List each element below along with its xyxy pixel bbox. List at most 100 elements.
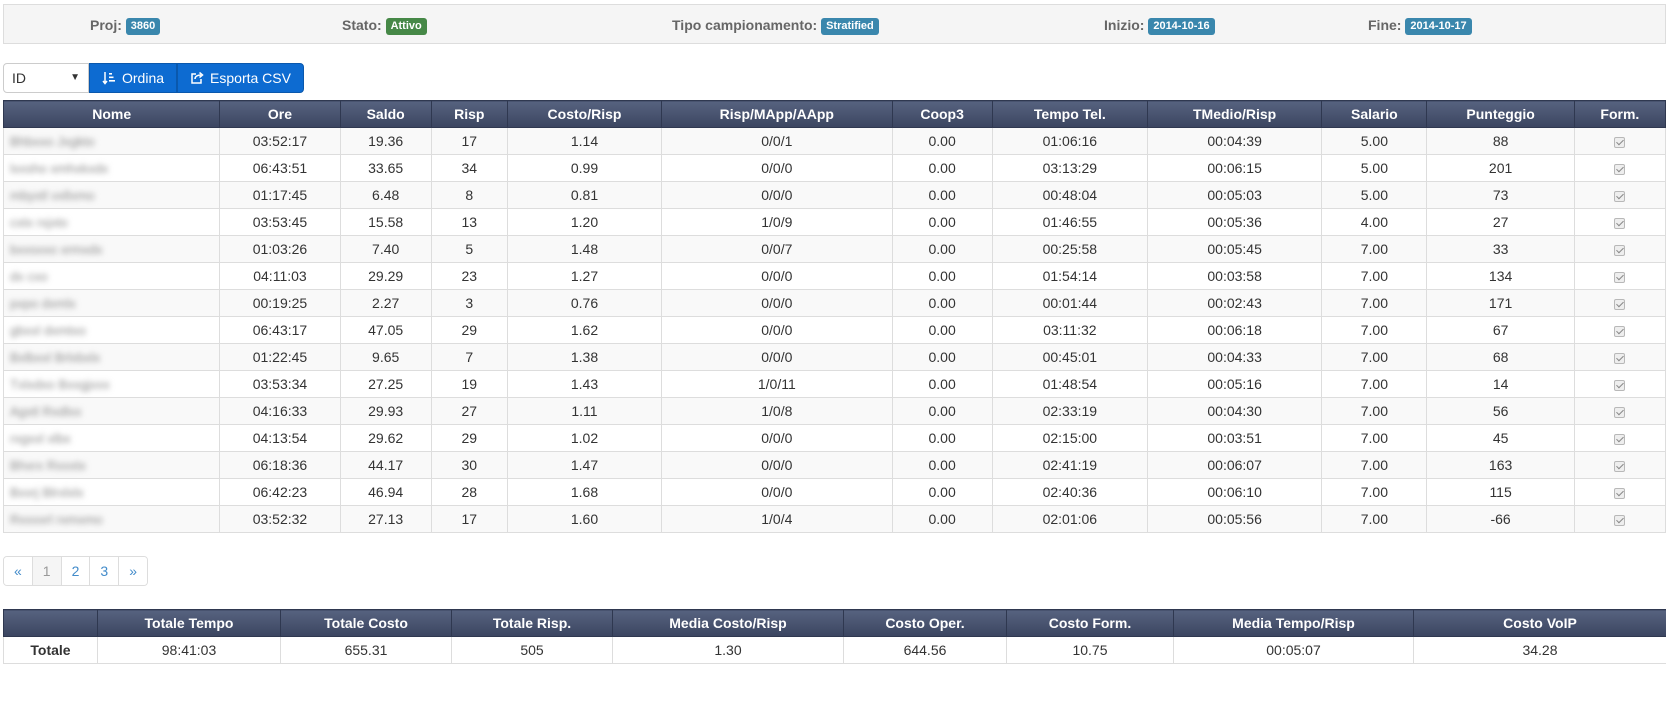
form-checkbox[interactable] [1614, 406, 1626, 418]
sampling-type-field: Tipo campionamento: Stratified [672, 17, 879, 35]
col-header-saldo[interactable]: Saldo [339, 100, 432, 128]
cell-form [1573, 208, 1666, 236]
cell-risp: 28 [430, 478, 508, 506]
col-header-risp-mapp-aapp[interactable]: Risp/MApp/AApp [661, 100, 893, 128]
pagination-page-1[interactable]: 1 [31, 557, 61, 585]
cell-coop3: 0.00 [891, 451, 993, 479]
table-row[interactable]: Rxxxxrl rxmxmo 03:52:32 27.13 17 1.60 1/0/4 0.… [2, 505, 1666, 533]
form-checkbox[interactable] [1614, 271, 1626, 283]
cell-risp: 13 [430, 208, 508, 236]
pagination-page-2[interactable]: 2 [60, 557, 90, 585]
operator-name: Bhxrx Rxxxtx [10, 458, 86, 473]
form-checkbox[interactable] [1614, 487, 1626, 499]
cell-risp: 7 [430, 343, 508, 371]
col-header-costo-risp[interactable]: Costo/Risp [506, 100, 663, 128]
cell-form [1573, 424, 1666, 452]
cell-tmedio-risp: 00:03:58 [1146, 262, 1323, 290]
cell-punteggio: 88 [1426, 127, 1575, 155]
table-row[interactable]: pxpo dxmlx 00:19:25 2.27 3 0.76 0/0/0 0.00 00:0… [2, 289, 1666, 317]
cell-risp-mapp-aapp: 0/0/0 [661, 343, 893, 371]
cell-salario: 5.00 [1321, 181, 1428, 209]
cell-costo-risp: 1.47 [506, 451, 663, 479]
operator-name: mbyxtl vxllxmo [10, 188, 95, 203]
cell-tempo-tel: 02:33:19 [991, 397, 1148, 425]
table-row[interactable]: rxgxxl xlbx 04:13:54 29.62 29 1.02 0/0/0 0.00 0… [2, 424, 1666, 452]
table-row[interactable]: dx cxo 04:11:03 29.29 23 1.27 0/0/0 0.00 01:54:… [2, 262, 1666, 290]
col-header-form[interactable]: Form. [1573, 100, 1666, 128]
totals-row: Totale 98:41:03 655.31 505 1.30 644.56 1… [3, 636, 1666, 664]
cell-costo-risp: 1.11 [506, 397, 663, 425]
cell-saldo: 33.65 [339, 154, 432, 182]
cell-nome: Bhxrx Rxxxtx [2, 451, 221, 479]
table-row[interactable]: bxxsxxo xrmxdx 01:03:26 7.40 5 1.48 0/0/7 0.00… [2, 235, 1666, 263]
cell-risp-mapp-aapp: 0/0/0 [661, 289, 893, 317]
table-row[interactable]: cxtx rxjxto 03:53:45 15.58 13 1.20 1/0/9 0.00 0… [2, 208, 1666, 236]
export-icon [190, 71, 204, 85]
sort-field-value: ID [12, 70, 26, 86]
cell-nome: Bhbxxo Jxgkto [2, 127, 221, 155]
table-row[interactable]: Agxtl Rxdlxx 04:16:33 29.93 27 1.11 1/0/8 0.00… [2, 397, 1666, 425]
pagination-next[interactable]: » [118, 557, 147, 585]
table-row[interactable]: lxxsho xmhxkxdx 06:43:51 33.65 34 0.99 0/0/0 0… [2, 154, 1666, 182]
pagination-prev[interactable]: « [4, 557, 32, 585]
cell-punteggio: 201 [1426, 154, 1575, 182]
cell-ore: 04:11:03 [219, 262, 341, 290]
form-checkbox[interactable] [1614, 163, 1626, 175]
totals-costo-voip: 34.28 [1413, 636, 1666, 664]
cell-punteggio: 68 [1426, 343, 1575, 371]
cell-nome: Rxxxxrl rxmxmo [2, 505, 221, 533]
form-checkbox[interactable] [1614, 190, 1626, 202]
cell-nome: rxgxxl xlbx [2, 424, 221, 452]
form-checkbox[interactable] [1614, 298, 1626, 310]
table-row[interactable]: Bxlbxxl Brlxbxlx 01:22:45 9.65 7 1.38 0/0/0 0.… [2, 343, 1666, 371]
col-header-coop3[interactable]: Coop3 [891, 100, 993, 128]
cell-coop3: 0.00 [891, 208, 993, 236]
cell-tmedio-risp: 00:06:18 [1146, 316, 1323, 344]
operator-name: Agxtl Rxdlxx [10, 404, 82, 419]
col-header-nome[interactable]: Nome [2, 100, 221, 128]
cell-nome: Txlxdxo Bxxgjxxx [2, 370, 221, 398]
form-checkbox[interactable] [1614, 352, 1626, 364]
totals-media-tempo-risp: 00:05:07 [1173, 636, 1414, 664]
col-header-tempo-tel[interactable]: Tempo Tel. [991, 100, 1148, 128]
table-row[interactable]: Bhxrx Rxxxtx 06:18:36 44.17 30 1.47 0/0/0 0.00… [2, 451, 1666, 479]
cell-salario: 7.00 [1321, 397, 1428, 425]
form-checkbox[interactable] [1614, 379, 1626, 391]
form-checkbox[interactable] [1614, 514, 1626, 526]
export-csv-button[interactable]: Esporta CSV [177, 63, 304, 93]
cell-costo-risp: 1.60 [506, 505, 663, 533]
cell-tmedio-risp: 00:05:36 [1146, 208, 1323, 236]
cell-punteggio: 73 [1426, 181, 1575, 209]
col-header-tmedio-risp[interactable]: TMedio/Risp [1146, 100, 1323, 128]
pagination-page-3[interactable]: 3 [89, 557, 119, 585]
form-checkbox[interactable] [1614, 460, 1626, 472]
cell-form [1573, 289, 1666, 317]
cell-coop3: 0.00 [891, 127, 993, 155]
form-checkbox[interactable] [1614, 244, 1626, 256]
sort-button[interactable]: Ordina [89, 63, 178, 93]
cell-costo-risp: 0.99 [506, 154, 663, 182]
col-header-risp[interactable]: Risp [430, 100, 508, 128]
table-row[interactable]: Bhbxxo Jxgkto 03:52:17 19.36 17 1.14 0/0/1 0.0… [2, 127, 1666, 155]
table-header-row: Nome Ore Saldo Risp Costo/Risp Risp/MApp… [2, 100, 1666, 128]
cell-form [1573, 181, 1666, 209]
table-row[interactable]: gbxxl dxmtxo 06:43:17 47.05 29 1.62 0/0/0 0.00… [2, 316, 1666, 344]
form-checkbox[interactable] [1614, 136, 1626, 148]
form-checkbox[interactable] [1614, 217, 1626, 229]
form-checkbox[interactable] [1614, 325, 1626, 337]
cell-saldo: 46.94 [339, 478, 432, 506]
table-row[interactable]: Txlxdxo Bxxgjxxx 03:53:34 27.25 19 1.43 1/0/1… [2, 370, 1666, 398]
form-checkbox[interactable] [1614, 433, 1626, 445]
cell-form [1573, 316, 1666, 344]
cell-punteggio: 134 [1426, 262, 1575, 290]
table-row[interactable]: Bxxrj Blrxlxlx 06:42:23 46.94 28 1.68 0/0/0 0.… [2, 478, 1666, 506]
col-header-ore[interactable]: Ore [219, 100, 341, 128]
table-row[interactable]: mbyxtl vxllxmo 01:17:45 6.48 8 0.81 0/0/0 0.00… [2, 181, 1666, 209]
col-header-salario[interactable]: Salario [1321, 100, 1428, 128]
status-badge: Attivo [385, 18, 427, 35]
cell-risp: 29 [430, 316, 508, 344]
col-header-punteggio[interactable]: Punteggio [1426, 100, 1575, 128]
cell-costo-risp: 1.68 [506, 478, 663, 506]
sort-field-select[interactable]: ID ▼ [3, 63, 89, 93]
cell-tmedio-risp: 00:05:03 [1146, 181, 1323, 209]
